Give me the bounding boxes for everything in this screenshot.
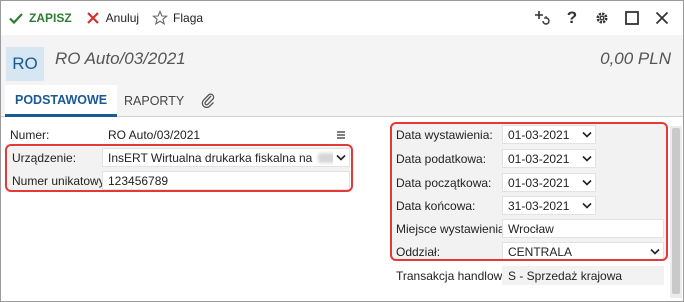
settings-icon[interactable] [587, 1, 617, 35]
tab-podstawowe[interactable]: PODSTAWOWE [5, 85, 118, 117]
scrollbar-thumb[interactable] [672, 128, 680, 294]
star-icon [151, 10, 169, 26]
number-value: RO Auto/03/2021 [108, 127, 201, 142]
cancel-button[interactable]: Anuluj [78, 1, 145, 35]
flag-button[interactable]: Flaga [145, 1, 209, 35]
tab-raporty[interactable]: RAPORTY [124, 85, 184, 117]
add-link-icon[interactable] [527, 1, 557, 35]
number-label: Numer: [10, 128, 50, 142]
paperclip-icon [201, 92, 215, 111]
document-header: RO RO Auto/03/2021 0,00 PLN [1, 35, 683, 85]
tab-bar: PODSTAWOWE RAPORTY [1, 85, 683, 117]
transaction-value: S - Sprzedaż krajowa [508, 268, 623, 283]
document-total: 0,00 PLN [600, 49, 671, 68]
window-controls: ? [527, 1, 677, 35]
transaction-label: Transakcja handlowa: [396, 269, 513, 283]
tab-attachments[interactable] [200, 85, 216, 117]
maximize-icon[interactable] [617, 1, 647, 35]
document-title: RO Auto/03/2021 [55, 49, 186, 68]
help-glyph: ? [566, 8, 578, 27]
save-label: ZAPISZ [29, 11, 72, 25]
checkmark-icon [8, 10, 24, 26]
cancel-x-icon [85, 10, 101, 26]
cancel-label: Anuluj [105, 11, 140, 25]
number-field[interactable]: RO Auto/03/2021 [102, 125, 350, 144]
transaction-field[interactable]: S - Sprzedaż krajowa [502, 266, 664, 285]
highlight-frame-right [390, 122, 668, 261]
save-button[interactable]: ZAPISZ [1, 1, 78, 35]
scrollbar[interactable] [670, 126, 682, 298]
document-type-badge: RO [6, 47, 44, 81]
flag-label: Flaga [173, 11, 204, 25]
close-icon[interactable] [647, 1, 677, 35]
toolbar: ZAPISZ Anuluj Flaga ? [1, 1, 683, 35]
highlight-frame-left [5, 144, 353, 192]
help-icon[interactable]: ? [557, 1, 587, 35]
menu-icon[interactable] [333, 127, 349, 143]
